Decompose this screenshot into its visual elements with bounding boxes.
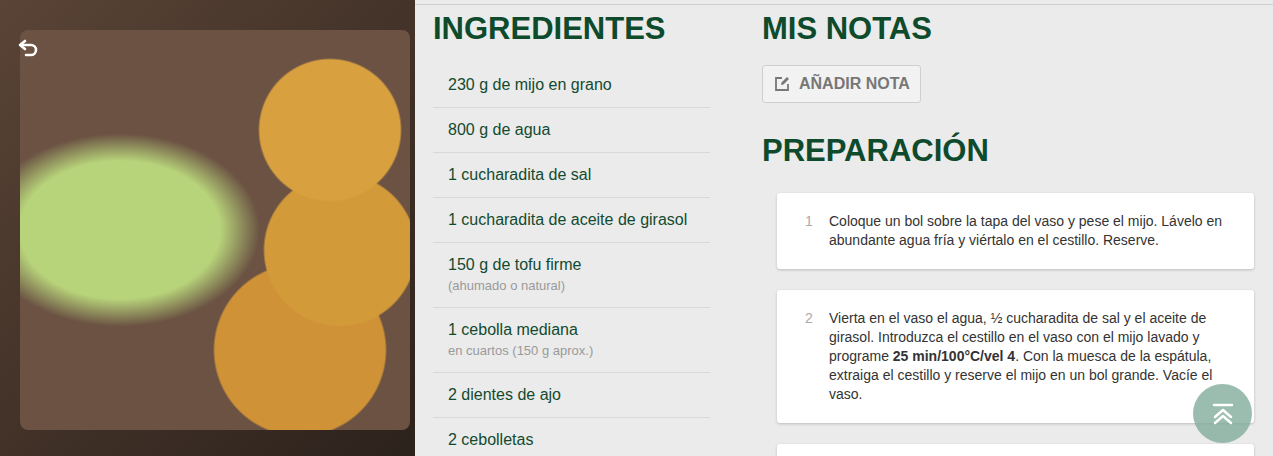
ingredient-name: 2 dientes de ajo xyxy=(448,384,700,406)
step-card: 2 Vierta en el vaso el agua, ½ cucharadi… xyxy=(777,290,1254,423)
recipe-photo xyxy=(0,0,415,456)
scroll-top-button[interactable] xyxy=(1193,384,1252,443)
ingredients-title: INGREDIENTES xyxy=(433,9,710,49)
step-card: 1 Coloque un bol sobre la tapa del vaso … xyxy=(777,193,1254,269)
step-number: 1 xyxy=(805,212,815,250)
preparation-title: PREPARACIÓN xyxy=(762,131,1254,171)
plate xyxy=(20,30,410,430)
ingredient-name: 800 g de agua xyxy=(448,119,700,141)
ingredients-list: 230 g de mijo en grano 800 g de agua 1 c… xyxy=(433,63,710,456)
ingredient-row: 150 g de tofu firme (ahumado o natural) xyxy=(433,243,710,308)
recipe-page: INGREDIENTES 230 g de mijo en grano 800 … xyxy=(0,0,1273,456)
ingredient-row: 230 g de mijo en grano xyxy=(433,63,710,108)
ingredient-row: 800 g de agua xyxy=(433,108,710,153)
ingredient-row: 1 cebolla mediana en cuartos (150 g apro… xyxy=(433,308,710,373)
notes-title: MIS NOTAS xyxy=(762,9,1254,49)
back-arrow-icon xyxy=(18,38,40,58)
ingredients-section: INGREDIENTES 230 g de mijo en grano 800 … xyxy=(433,5,710,456)
ingredient-note: (ahumado o natural) xyxy=(448,276,700,296)
ingredient-name: 2 cebolletas xyxy=(448,429,700,451)
ingredient-name: 1 cebolla mediana xyxy=(448,319,700,341)
notes-preparation-section: MIS NOTAS AÑADIR NOTA PREPARACIÓN 1 Colo… xyxy=(762,5,1254,456)
back-button[interactable] xyxy=(16,38,42,60)
ingredient-note: en cuartos (150 g aprox.) xyxy=(448,341,700,361)
ingredient-name: 230 g de mijo en grano xyxy=(448,74,700,96)
edit-icon xyxy=(773,75,791,93)
step-number: 2 xyxy=(805,309,815,404)
steps-list: 1 Coloque un bol sobre la tapa del vaso … xyxy=(777,193,1254,456)
ingredient-row: 1 cucharadita de aceite de girasol xyxy=(433,198,710,243)
ingredient-name: 1 cucharadita de sal xyxy=(448,164,700,186)
scroll-top-icon xyxy=(1209,402,1237,426)
step-text: Coloque un bol sobre la tapa del vaso y … xyxy=(829,212,1230,250)
ingredient-name: 1 cucharadita de aceite de girasol xyxy=(448,209,700,231)
ingredient-row: 2 cebolletas xyxy=(433,418,710,456)
step-card xyxy=(777,444,1254,456)
ingredient-row: 2 dientes de ajo xyxy=(433,373,710,418)
ingredient-name: 150 g de tofu firme xyxy=(448,254,700,276)
ingredient-row: 1 cucharadita de sal xyxy=(433,153,710,198)
step-text: Vierta en el vaso el agua, ½ cucharadita… xyxy=(829,309,1230,404)
add-note-button[interactable]: AÑADIR NOTA xyxy=(762,65,921,103)
recipe-content: INGREDIENTES 230 g de mijo en grano 800 … xyxy=(415,4,1273,456)
